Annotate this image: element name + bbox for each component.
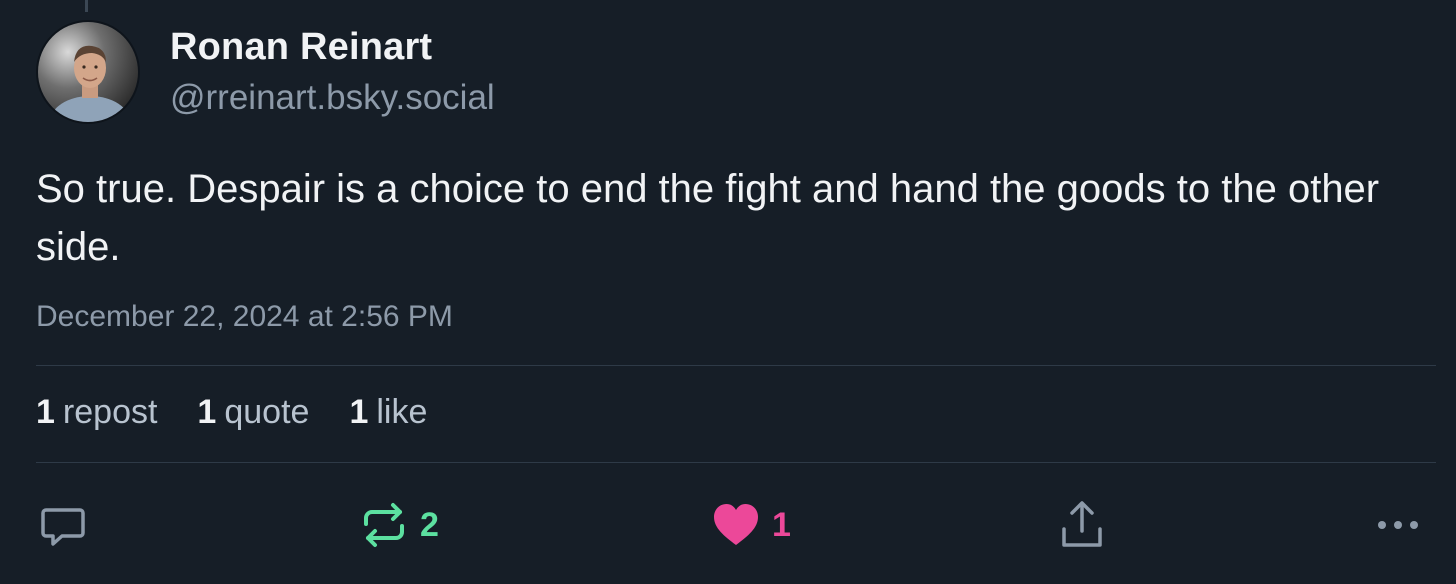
repost-label: repost <box>62 393 158 431</box>
quote-label: quote <box>224 393 310 431</box>
heart-icon <box>714 504 758 545</box>
author-handle[interactable]: @rreinart.bsky.social <box>170 78 495 118</box>
avatar[interactable] <box>36 20 140 124</box>
like-action-count: 1 <box>772 505 791 544</box>
reply-icon <box>41 508 85 546</box>
like-label: like <box>376 393 428 431</box>
like-button[interactable]: 1 <box>712 495 791 555</box>
share-button[interactable] <box>1058 495 1106 555</box>
thread-connector-line <box>85 0 88 12</box>
author-name[interactable]: Ronan Reinart <box>170 26 432 69</box>
like-count-link[interactable]: 1 like <box>349 393 427 432</box>
avatar-image <box>38 22 138 122</box>
action-bar: 2 1 <box>0 495 1456 555</box>
quote-count: 1 <box>197 393 217 431</box>
post-thread-item: Ronan Reinart @rreinart.bsky.social So t… <box>0 0 1456 584</box>
repost-button[interactable]: 2 <box>360 495 439 555</box>
post-timestamp: December 22, 2024 at 2:56 PM <box>36 300 453 333</box>
more-options-button[interactable] <box>1376 495 1420 555</box>
like-count: 1 <box>349 393 369 431</box>
more-icon <box>1378 521 1418 529</box>
quote-count-link[interactable]: 1 quote <box>197 393 309 432</box>
repost-icon <box>364 503 404 547</box>
engagement-stats: 1 repost 1 quote 1 like <box>36 393 467 432</box>
repost-count-link[interactable]: 1 repost <box>36 393 157 432</box>
share-icon <box>1062 501 1102 547</box>
reply-button[interactable] <box>38 495 88 555</box>
divider <box>36 462 1436 463</box>
repost-count: 1 <box>36 393 55 431</box>
post-text: So true. Despair is a choice to end the … <box>36 167 1380 269</box>
repost-action-count: 2 <box>420 505 439 544</box>
divider <box>36 365 1436 366</box>
